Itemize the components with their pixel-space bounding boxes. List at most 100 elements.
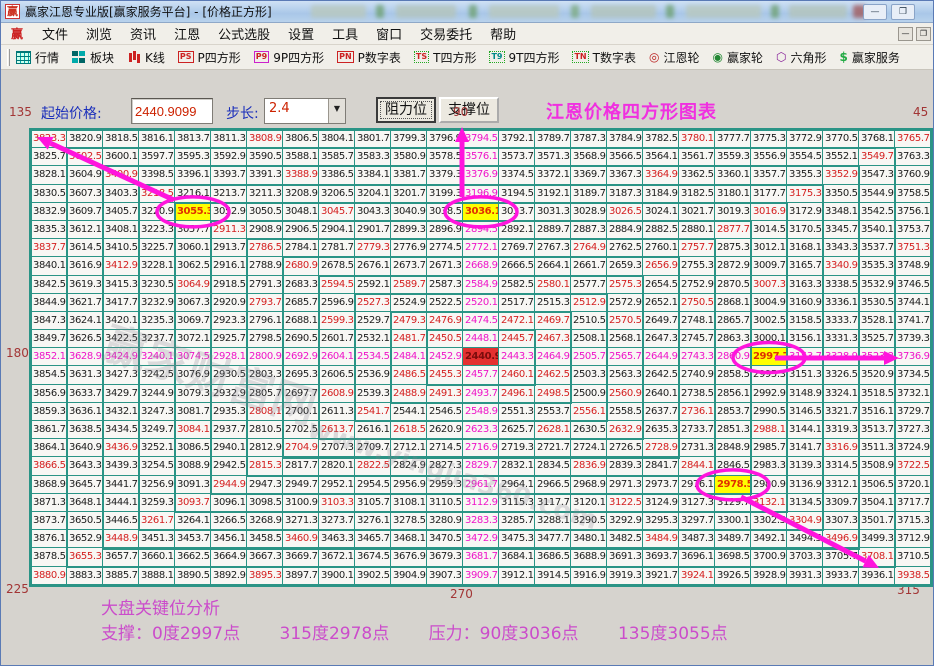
grid-cell: 2690.50: [283, 330, 319, 348]
grid-cell: 3223.30: [139, 221, 175, 239]
grid-cell: 3271.30: [283, 512, 319, 530]
grid-cell: 2805.70: [247, 385, 283, 403]
grid-cell: 2899.30: [391, 221, 427, 239]
dropdown-arrow-icon[interactable]: ▼: [328, 99, 345, 123]
start-price-input[interactable]: [131, 98, 213, 124]
grid-cell: 2479.30: [391, 312, 427, 330]
grid-cell: 2551.30: [499, 403, 535, 421]
grid-cell: 2524.90: [391, 294, 427, 312]
resistance-button[interactable]: 阻力位: [376, 97, 436, 123]
title-bar: 赢 赢家江恩专业版[赢家服务平台] - [价格正方形] — ❐: [1, 1, 933, 23]
grid-cell: 3036.10: [463, 203, 499, 221]
grid-cell: 3048.10: [283, 203, 319, 221]
grid-cell: 3427.30: [103, 366, 139, 384]
restore-button[interactable]: ❐: [891, 4, 915, 20]
menu-item-7[interactable]: 窗口: [367, 22, 411, 45]
grid-cell: 3124.90: [643, 494, 679, 512]
minimize-button[interactable]: —: [863, 4, 887, 20]
toolbar-button-0[interactable]: 行情: [16, 49, 59, 66]
grid-cell: 3792.10: [499, 130, 535, 148]
grid-cell: 3052.90: [211, 203, 247, 221]
toolbar-button-7[interactable]: T99T四方形: [489, 49, 559, 66]
toolbar-button-12[interactable]: $赢家服务: [839, 49, 899, 66]
toolbar-button-3[interactable]: PSP四方形: [178, 49, 241, 66]
grid-cell: 2668.90: [463, 257, 499, 275]
grid-cell: 3556.90: [751, 148, 787, 166]
grid-cell: 2880.10: [679, 221, 715, 239]
grid-cell: 3398.50: [139, 166, 175, 184]
toolbar-button-6[interactable]: TST四方形: [414, 49, 477, 66]
menu-item-3[interactable]: 江恩: [165, 22, 209, 45]
grid-cell: 3228.10: [139, 257, 175, 275]
grid-cell: 3652.90: [67, 530, 103, 548]
grid-cell: 2906.50: [283, 221, 319, 239]
toolbar-button-5[interactable]: PNP数字表: [337, 49, 401, 66]
grid-cell: 3741.70: [895, 312, 931, 330]
menu-item-4[interactable]: 公式选股: [209, 22, 279, 45]
grid-cell: 3220.90: [139, 203, 175, 221]
child-minimize-icon[interactable]: —: [898, 27, 913, 41]
grid-cell: 3554.50: [787, 148, 823, 166]
grid-cell: 3362.50: [679, 166, 715, 184]
grid-cell: 3314.50: [823, 457, 859, 475]
toolbar-button-10[interactable]: ◉赢家轮: [712, 49, 763, 66]
toolbar: 行情板块 K线 PSP四方形 P99P四方形 PNP数字表 TST四方形 T99T四方形 TN…: [1, 45, 933, 70]
chart-title: 江恩价格四方形图表: [546, 98, 717, 124]
grid-cell: 2851.30: [715, 421, 751, 439]
step-dropdown[interactable]: 2.4 ▼: [264, 98, 346, 124]
angle-label-180: 180: [6, 346, 29, 360]
toolbar-button-4[interactable]: P99P四方形: [254, 49, 324, 66]
grid-cell: 3412.90: [103, 257, 139, 275]
menu-item-2[interactable]: 资讯: [121, 22, 165, 45]
menu-item-0[interactable]: 文件: [33, 22, 77, 45]
grid-cell: 2774.50: [427, 239, 463, 257]
grid-cell: 3031.30: [535, 203, 571, 221]
toolbar-button-8[interactable]: TNT数字表: [572, 49, 636, 66]
grid-cell: 3110.50: [427, 494, 463, 512]
toolbar-button-1[interactable]: 板块: [72, 49, 114, 66]
grid-cell: 3396.10: [175, 166, 211, 184]
toolbar-button-11[interactable]: ⬡六角形: [776, 49, 827, 66]
child-restore-icon[interactable]: ❐: [916, 27, 931, 41]
grid-cell: 2841.70: [643, 457, 679, 475]
grid-cell: 2846.50: [715, 457, 751, 475]
grid-cell: 2563.30: [607, 366, 643, 384]
grid-cell: 3684.10: [499, 548, 535, 566]
grid-cell: 3324.10: [823, 385, 859, 403]
P数字表-icon: PN: [337, 51, 354, 63]
menu-item-6[interactable]: 工具: [323, 22, 367, 45]
menu-item-9[interactable]: 帮助: [481, 22, 525, 45]
grid-cell: 2976.10: [679, 476, 715, 494]
grid-cell: 3043.30: [355, 203, 391, 221]
grid-cell: 3321.70: [823, 403, 859, 421]
menu-item-5[interactable]: 设置: [279, 22, 323, 45]
grid-cell: 2724.10: [571, 439, 607, 457]
grid-cell: 2925.70: [211, 330, 247, 348]
toolbar-button-2[interactable]: K线: [127, 49, 165, 66]
grid-cell: 3535.30: [859, 257, 895, 275]
grid-cell: 3744.10: [895, 294, 931, 312]
toolbar-button-9[interactable]: ◎江恩轮: [649, 49, 700, 66]
grid-cell: 3890.50: [175, 567, 211, 585]
toolbar-label: K线: [145, 49, 165, 66]
grid-cell: 2781.70: [319, 239, 355, 257]
grid-cell: 3386.50: [319, 166, 355, 184]
grid-cell: 3667.30: [247, 548, 283, 566]
grid-cell: 3525.70: [859, 330, 895, 348]
grid-cell: 2839.30: [607, 457, 643, 475]
angle-label-270: 270: [450, 587, 473, 601]
grid-cell: 3403.30: [103, 185, 139, 203]
grid-cell: 3436.90: [103, 439, 139, 457]
grid-cell: 2956.90: [391, 476, 427, 494]
grid-cell: 2515.30: [535, 294, 571, 312]
grid-cell: 3240.10: [139, 348, 175, 366]
blurred-item: [571, 5, 579, 18]
grid-cell: 2536.90: [355, 366, 391, 384]
grid-cell: 3885.70: [103, 567, 139, 585]
menu-item-1[interactable]: 浏览: [77, 22, 121, 45]
grid-cell: 3588.10: [283, 148, 319, 166]
grid-cell: 2580.10: [535, 276, 571, 294]
support-button[interactable]: 支撑位: [439, 97, 499, 123]
menu-item-8[interactable]: 交易委托: [411, 22, 481, 45]
grid-cell: 2577.70: [571, 276, 607, 294]
